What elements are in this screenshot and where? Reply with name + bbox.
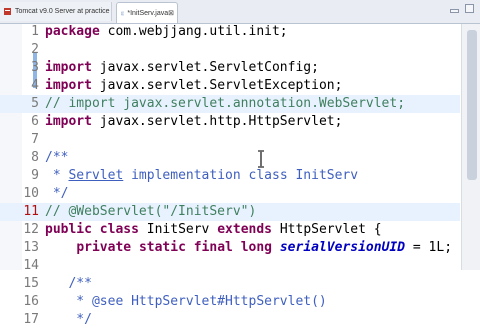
- scrollbar-thumb[interactable]: [467, 30, 477, 180]
- code-token: */: [45, 312, 92, 327]
- line-number: 13: [23, 240, 39, 255]
- code-line[interactable]: 15 /**: [0, 275, 460, 293]
- code-token: = 1L;: [405, 240, 453, 255]
- code-token: */: [45, 186, 69, 201]
- code-token: public: [45, 222, 92, 237]
- line-number: 14: [23, 258, 39, 273]
- line-number: 3: [31, 60, 39, 75]
- code-token: InitServ: [138, 222, 218, 237]
- code-text: import javax.servlet.http.HttpServlet;: [45, 113, 342, 131]
- code-line[interactable]: 12 public class InitServ extends HttpServ…: [0, 221, 460, 239]
- code-token: /**: [45, 276, 92, 291]
- code-editor[interactable]: 1 package com.webjjang.util.init; 2 3 import…: [0, 23, 480, 327]
- code-line[interactable]: 8 /**: [0, 149, 460, 167]
- code-token: // @WebServlet("/InitServ"): [45, 204, 257, 219]
- code-line[interactable]: 2: [0, 41, 460, 59]
- line-number: 16: [23, 294, 39, 309]
- code-line[interactable]: 5 // import javax.servlet.annotation.WebS…: [0, 95, 460, 113]
- code-token: final: [193, 240, 233, 255]
- tab-label: *InitServ.java: [127, 9, 169, 17]
- vertical-scrollbar[interactable]: [461, 24, 480, 270]
- code-token: /**: [45, 150, 69, 165]
- tab-tomcat-server[interactable]: Tomcat v9.0 Server at practice: [0, 2, 112, 21]
- line-number: 11: [23, 204, 39, 219]
- code-line[interactable]: 3 import javax.servlet.ServletConfig;: [0, 59, 460, 77]
- editor-tab-bar: Tomcat v9.0 Server at practice J *InitSe…: [0, 0, 480, 24]
- close-icon[interactable]: ⊠: [168, 9, 174, 17]
- maximize-button[interactable]: [465, 4, 474, 13]
- code-line[interactable]: 16 * @see HttpServlet#HttpServlet(): [0, 293, 460, 311]
- java-file-icon: J: [121, 11, 125, 15]
- tab-label: Tomcat v9.0 Server at practice: [15, 8, 110, 15]
- code-text: import javax.servlet.ServletConfig;: [45, 59, 319, 77]
- line-number: 4: [31, 78, 39, 93]
- code-text: // @WebServlet("/InitServ"): [45, 203, 256, 221]
- line-number: 12: [23, 222, 39, 237]
- code-token: static: [138, 240, 186, 255]
- code-text: public class InitServ extends HttpServle…: [45, 221, 382, 239]
- code-text: * Servlet implementation class InitServ: [45, 167, 358, 185]
- tab-initserv-java[interactable]: J *InitServ.java ⊠: [116, 2, 178, 23]
- line-number: 9: [31, 168, 39, 183]
- code-token: implementation class InitServ: [123, 168, 359, 183]
- code-token: // import javax.servlet.annotation.WebSe…: [45, 96, 406, 111]
- code-token: class: [99, 222, 139, 237]
- code-token: javax.servlet.http.HttpServlet;: [99, 114, 343, 129]
- code-token: javax.servlet.ServletConfig;: [99, 60, 319, 75]
- code-text: */: [45, 311, 92, 329]
- code-line[interactable]: 6 import javax.servlet.http.HttpServlet;: [0, 113, 460, 131]
- code-text: import javax.servlet.ServletException;: [45, 77, 342, 95]
- minimize-button[interactable]: [450, 9, 459, 13]
- code-token: * @see HttpServlet#HttpServlet(): [45, 294, 327, 309]
- code-line[interactable]: 14: [0, 257, 460, 275]
- code-text: */: [45, 185, 69, 203]
- code-token: javax.servlet.ServletException;: [99, 78, 343, 93]
- code-text: * @see HttpServlet#HttpServlet(): [45, 293, 327, 311]
- line-number: 15: [23, 276, 39, 291]
- code-text: // import javax.servlet.annotation.WebSe…: [45, 95, 405, 113]
- code-token: import: [45, 60, 100, 75]
- code-token: HttpServlet {: [272, 222, 382, 237]
- code-line[interactable]: 11 // @WebServlet("/InitServ"): [0, 203, 460, 221]
- code-token: import: [45, 114, 100, 129]
- code-token: extends: [217, 222, 273, 237]
- code-line[interactable]: 13 private static final long serialVersi…: [0, 239, 460, 257]
- line-number: 6: [31, 114, 39, 129]
- code-token: *: [45, 168, 69, 183]
- code-token: package: [45, 24, 108, 39]
- code-text: /**: [45, 149, 68, 167]
- line-number: 7: [31, 132, 39, 147]
- code-token: import: [45, 78, 100, 93]
- code-line[interactable]: 1 package com.webjjang.util.init;: [0, 23, 460, 41]
- line-number: 2: [31, 42, 39, 57]
- line-number: 5: [31, 96, 39, 111]
- code-token: Servlet: [68, 168, 124, 183]
- window-controls: [450, 4, 474, 13]
- code-line[interactable]: 17 */: [0, 311, 460, 329]
- code-text: /**: [45, 275, 92, 293]
- text-cursor-icon: [258, 150, 264, 168]
- line-number: 17: [23, 312, 39, 327]
- code-text: private static final long serialVersionU…: [45, 239, 452, 257]
- code-token: long: [240, 240, 273, 255]
- code-line[interactable]: 10 */: [0, 185, 460, 203]
- code-token: private: [76, 240, 132, 255]
- line-number: 10: [23, 186, 39, 201]
- code-line[interactable]: 7: [0, 131, 460, 149]
- code-token: serialVersionUID: [279, 240, 406, 255]
- code-line[interactable]: 4 import javax.servlet.ServletException;: [0, 77, 460, 95]
- line-number: 1: [31, 24, 39, 39]
- code-line[interactable]: 9 * Servlet implementation class InitSer…: [0, 167, 460, 185]
- server-icon: [4, 8, 11, 15]
- line-number: 8: [31, 150, 39, 165]
- code-token: com.webjjang.util.init;: [107, 24, 288, 39]
- code-text: package com.webjjang.util.init;: [45, 23, 288, 41]
